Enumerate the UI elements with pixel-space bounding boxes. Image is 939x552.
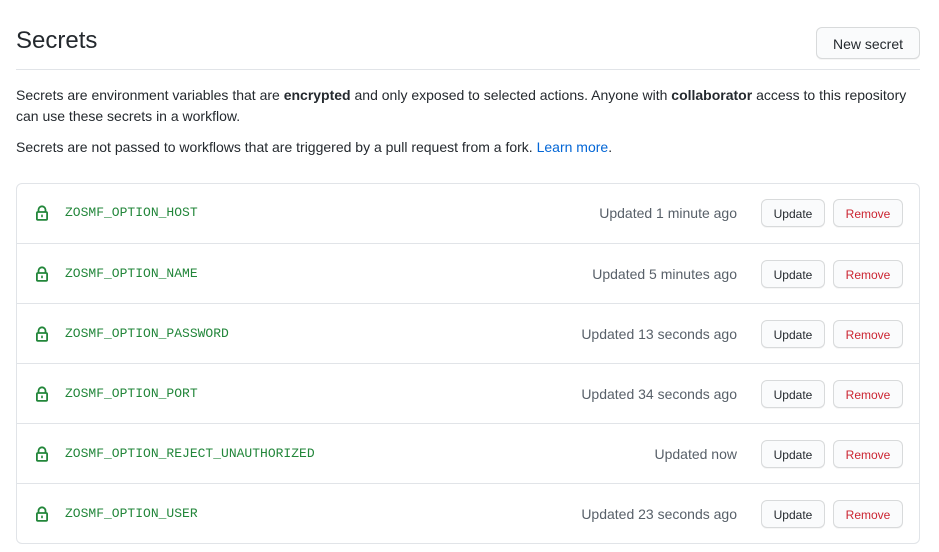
- lock-icon: [35, 266, 49, 282]
- lock-icon: [35, 386, 49, 402]
- lock-icon: [35, 506, 49, 522]
- update-secret-button[interactable]: Update: [761, 380, 825, 408]
- secret-row: ZOSMF_OPTION_REJECT_UNAUTHORIZED Updated…: [17, 423, 919, 483]
- secret-name: ZOSMF_OPTION_NAME: [65, 266, 198, 281]
- description-bold-encrypted: encrypted: [283, 87, 351, 103]
- lock-icon: [35, 326, 49, 342]
- page-header: Secrets New secret: [16, 0, 920, 70]
- remove-secret-button[interactable]: Remove: [833, 320, 903, 348]
- description-text: Secrets are environment variables that a…: [16, 87, 284, 103]
- remove-secret-button[interactable]: Remove: [833, 260, 903, 288]
- secret-row: ZOSMF_OPTION_HOST Updated 1 minute ago U…: [17, 184, 919, 243]
- secrets-list: ZOSMF_OPTION_HOST Updated 1 minute ago U…: [16, 183, 920, 544]
- secret-updated-time: Updated now: [654, 446, 737, 462]
- secret-name: ZOSMF_OPTION_PORT: [65, 386, 198, 401]
- fork-notice-period: .: [608, 139, 613, 155]
- secret-row: ZOSMF_OPTION_NAME Updated 5 minutes ago …: [17, 243, 919, 303]
- secret-row: ZOSMF_OPTION_PORT Updated 34 seconds ago…: [17, 363, 919, 423]
- secret-updated-time: Updated 23 seconds ago: [581, 506, 737, 522]
- secret-name: ZOSMF_OPTION_HOST: [65, 205, 198, 220]
- new-secret-button[interactable]: New secret: [816, 27, 920, 59]
- lock-icon: [35, 205, 49, 221]
- secret-row: ZOSMF_OPTION_PASSWORD Updated 13 seconds…: [17, 303, 919, 363]
- secret-updated-time: Updated 1 minute ago: [599, 205, 737, 221]
- remove-secret-button[interactable]: Remove: [833, 500, 903, 528]
- page-title: Secrets: [16, 27, 98, 54]
- fork-notice-text: Secrets are not passed to workflows that…: [16, 139, 537, 155]
- secret-row: ZOSMF_OPTION_USER Updated 23 seconds ago…: [17, 483, 919, 543]
- secret-updated-time: Updated 34 seconds ago: [581, 386, 737, 402]
- update-secret-button[interactable]: Update: [761, 199, 825, 227]
- remove-secret-button[interactable]: Remove: [833, 440, 903, 468]
- secret-name: ZOSMF_OPTION_USER: [65, 506, 198, 521]
- update-secret-button[interactable]: Update: [761, 440, 825, 468]
- secret-updated-time: Updated 5 minutes ago: [592, 266, 737, 282]
- secrets-page: Secrets New secret Secrets are environme…: [0, 0, 939, 552]
- remove-secret-button[interactable]: Remove: [833, 380, 903, 408]
- fork-notice: Secrets are not passed to workflows that…: [16, 137, 920, 158]
- update-secret-button[interactable]: Update: [761, 500, 825, 528]
- description-text: and only exposed to selected actions. An…: [350, 87, 672, 103]
- lock-icon: [35, 446, 49, 462]
- update-secret-button[interactable]: Update: [761, 260, 825, 288]
- remove-secret-button[interactable]: Remove: [833, 199, 903, 227]
- update-secret-button[interactable]: Update: [761, 320, 825, 348]
- secret-name: ZOSMF_OPTION_REJECT_UNAUTHORIZED: [65, 446, 315, 461]
- learn-more-link[interactable]: Learn more: [537, 139, 609, 155]
- secret-name: ZOSMF_OPTION_PASSWORD: [65, 326, 229, 341]
- secret-updated-time: Updated 13 seconds ago: [581, 326, 737, 342]
- secrets-description: Secrets are environment variables that a…: [16, 85, 920, 127]
- description-bold-collaborator: collaborator: [671, 87, 753, 103]
